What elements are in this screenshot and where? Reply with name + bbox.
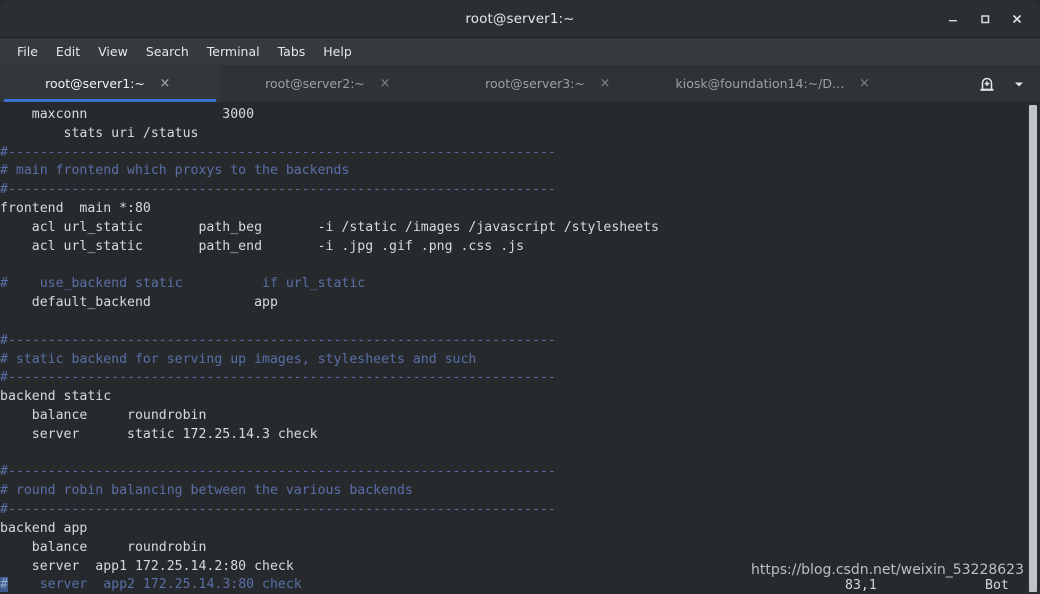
tab-bar: root@server1:~ × root@server2:~ × root@s… [0, 65, 1040, 103]
tab-bar-actions [972, 65, 1040, 102]
terminal-window: root@server1:~ File Edit View Search Ter… [0, 0, 1040, 594]
close-button[interactable] [1002, 5, 1032, 33]
terminal-cursor: # [0, 577, 8, 593]
title-bar: root@server1:~ [0, 0, 1040, 38]
terminal-text: backend static [0, 389, 112, 405]
terminal-text: server app1 172.25.14.2:80 check [0, 558, 294, 574]
terminal-text: backend app [0, 520, 88, 536]
terminal-line: #---------------------------------------… [0, 181, 1026, 200]
terminal-text: acl url_static path_end -i .jpg .gif .pn… [0, 238, 525, 254]
window-title: root@server1:~ [465, 10, 575, 27]
terminal-text: #---------------------------------------… [0, 370, 556, 386]
terminal-line: backend app [0, 520, 1026, 539]
terminal-line: # static backend for serving up images, … [0, 351, 1026, 370]
tab-root-server1[interactable]: root@server1:~ × [0, 65, 220, 102]
window-controls [938, 5, 1040, 33]
terminal-text: server static 172.25.14.3 check [0, 426, 318, 442]
menu-item-view[interactable]: View [89, 41, 137, 62]
menu-item-terminal[interactable]: Terminal [198, 41, 269, 62]
terminal-text: balance roundrobin [0, 408, 207, 423]
scrollbar-thumb[interactable] [1029, 105, 1037, 592]
tab-close-icon[interactable]: × [595, 74, 615, 94]
terminal-text: #---------------------------------------… [0, 464, 556, 480]
terminal-line: # server app2 172.25.14.3:80 check [0, 576, 1026, 594]
terminal-line: balance roundrobin [0, 407, 1026, 426]
menu-item-file[interactable]: File [8, 41, 47, 62]
terminal-text: #---------------------------------------… [0, 182, 556, 198]
terminal-line: # use_backend static if url_static [0, 275, 1026, 294]
terminal-text: # static backend for serving up images, … [0, 351, 477, 367]
menu-item-search[interactable]: Search [137, 41, 198, 62]
terminal-output[interactable]: maxconn 3000 stats uri /status #---------… [0, 103, 1026, 594]
tab-kiosk-foundation14[interactable]: kiosk@foundation14:~/D… × [660, 65, 890, 102]
minimize-button[interactable] [938, 5, 968, 33]
tab-label: root@server2:~ [265, 76, 365, 91]
tab-label: root@server1:~ [45, 76, 145, 91]
tab-root-server3[interactable]: root@server3:~ × [440, 65, 660, 102]
terminal-body: maxconn 3000 stats uri /status #---------… [0, 103, 1040, 594]
terminal-line: #---------------------------------------… [0, 501, 1026, 520]
terminal-line: #---------------------------------------… [0, 463, 1026, 482]
tab-bar-spacer [890, 65, 972, 102]
terminal-text: server app2 172.25.14.3:80 check [7, 577, 302, 593]
terminal-line: #---------------------------------------… [0, 369, 1026, 388]
terminal-text: balance roundrobin [0, 539, 207, 555]
menu-item-help[interactable]: Help [314, 41, 361, 62]
terminal-text: frontend main *:80 [0, 201, 151, 217]
terminal-line: default_backend app [0, 294, 1026, 313]
terminal-line: acl url_static path_end -i .jpg .gif .pn… [0, 238, 1026, 257]
tab-close-icon[interactable]: × [155, 74, 175, 94]
tab-root-server2[interactable]: root@server2:~ × [220, 65, 440, 102]
tab-close-icon[interactable]: × [375, 74, 395, 94]
terminal-line: server static 172.25.14.3 check [0, 426, 1026, 445]
terminal-text: # use_backend static if url_static [0, 276, 366, 292]
tab-label: kiosk@foundation14:~/D… [675, 76, 845, 91]
menu-item-tabs[interactable]: Tabs [269, 41, 315, 62]
terminal-text: # round robin balancing between the vari… [0, 483, 413, 499]
tab-close-icon[interactable]: × [854, 74, 874, 94]
terminal-line: # main frontend which proxys to the back… [0, 162, 1026, 181]
terminal-text: #---------------------------------------… [0, 332, 556, 348]
terminal-line: backend static [0, 388, 1026, 407]
terminal-line: frontend main *:80 [0, 200, 1026, 219]
terminal-text: acl url_static path_beg -i /static /imag… [0, 219, 659, 235]
terminal-line: maxconn 3000 [0, 106, 1026, 125]
tab-label: root@server3:~ [485, 76, 585, 91]
terminal-line: server app1 172.25.14.2:80 check [0, 558, 1026, 577]
menu-bar: File Edit View Search Terminal Tabs Help [0, 38, 1040, 65]
terminal-text: maxconn 3000 [0, 107, 255, 122]
terminal-text: #---------------------------------------… [0, 144, 556, 160]
terminal-line: acl url_static path_beg -i /static /imag… [0, 219, 1026, 238]
terminal-line: stats uri /status [0, 125, 1026, 144]
vertical-scrollbar[interactable] [1026, 103, 1040, 594]
terminal-line: # round robin balancing between the vari… [0, 482, 1026, 501]
menu-item-edit[interactable]: Edit [47, 41, 89, 62]
terminal-text: # main frontend which proxys to the back… [0, 163, 350, 179]
terminal-line: #---------------------------------------… [0, 144, 1026, 163]
chevron-down-icon[interactable] [1004, 69, 1034, 99]
terminal-text: #---------------------------------------… [0, 502, 556, 518]
terminal-text: stats uri /status [0, 125, 199, 141]
terminal-line: balance roundrobin [0, 539, 1026, 558]
new-tab-icon[interactable] [972, 69, 1002, 99]
terminal-line: #---------------------------------------… [0, 332, 1026, 351]
maximize-button[interactable] [970, 5, 1000, 33]
terminal-text: default_backend app [0, 295, 278, 311]
